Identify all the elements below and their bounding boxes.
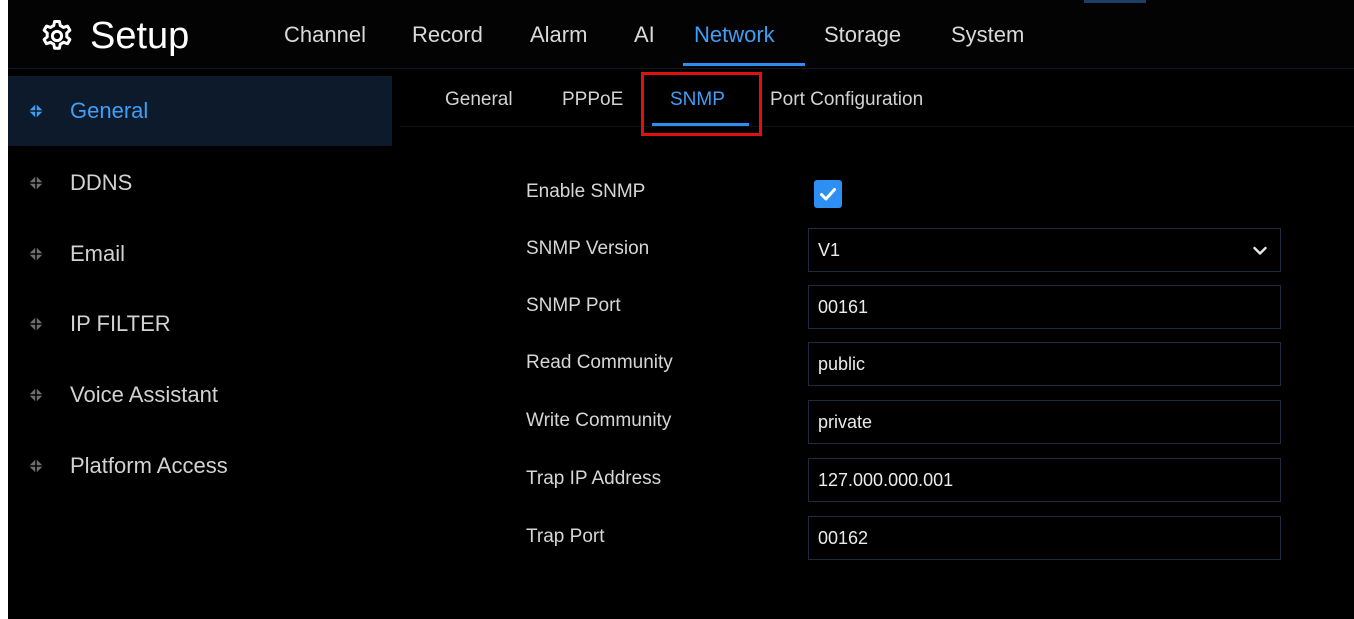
active-tab-underline <box>683 63 805 66</box>
trap-port-label: Trap Port <box>526 526 605 547</box>
subtab-snmp[interactable]: SNMP <box>670 86 725 114</box>
diamond-icon <box>29 317 43 331</box>
sidebar-item-platform-access[interactable]: Platform Access <box>8 431 392 501</box>
snmp-version-select[interactable]: V1 <box>808 228 1281 272</box>
chevron-down-icon <box>1253 246 1267 255</box>
active-subtab-underline <box>652 123 749 126</box>
sidebar-item-voice-assistant[interactable]: Voice Assistant <box>8 360 392 430</box>
enable-snmp-checkbox[interactable] <box>814 180 842 208</box>
diamond-icon <box>29 388 43 402</box>
sidebar-item-ip-filter[interactable]: IP FILTER <box>8 289 392 359</box>
subtab-general[interactable]: General <box>445 86 513 114</box>
snmp-version-value: V1 <box>818 240 841 260</box>
diamond-icon <box>29 176 43 190</box>
sidebar-item-label: IP FILTER <box>70 311 171 336</box>
gear-icon <box>42 20 72 50</box>
read-community-label: Read Community <box>526 352 673 373</box>
sidebar-item-label: Platform Access <box>70 453 228 478</box>
tab-alarm[interactable]: Alarm <box>530 20 587 50</box>
checkmark-icon <box>820 188 836 201</box>
enable-snmp-label: Enable SNMP <box>526 181 646 202</box>
sidebar-item-label: Email <box>70 241 126 266</box>
tab-system[interactable]: System <box>951 20 1024 50</box>
subtab-port-configuration[interactable]: Port Configuration <box>770 86 923 114</box>
diamond-icon <box>29 459 43 473</box>
sidebar-item-general[interactable]: General <box>8 76 392 146</box>
sidebar: General DDNS Email IP FILTER Voice Assis… <box>8 76 392 619</box>
diamond-icon <box>29 104 43 118</box>
subtab-pppoe[interactable]: PPPoE <box>562 86 623 114</box>
top-indicator <box>1084 0 1146 3</box>
snmp-port-input[interactable] <box>808 285 1281 329</box>
sidebar-item-email[interactable]: Email <box>8 219 392 289</box>
trap-ip-address-label: Trap IP Address <box>526 468 662 489</box>
write-community-label: Write Community <box>526 410 672 431</box>
diamond-icon <box>29 247 43 261</box>
snmp-port-label: SNMP Port <box>526 295 621 316</box>
tab-channel[interactable]: Channel <box>284 20 366 50</box>
tab-storage[interactable]: Storage <box>824 20 901 50</box>
sidebar-item-ddns[interactable]: DDNS <box>8 148 392 218</box>
sub-tab-bar: General PPPoE SNMP Port Configuration <box>400 76 1354 127</box>
sidebar-item-label: General <box>70 98 149 123</box>
sidebar-item-label: Voice Assistant <box>70 382 218 407</box>
setup-header: Setup <box>40 16 189 56</box>
setup-window: Setup Channel Record Alarm AI Network St… <box>8 0 1354 619</box>
top-nav-bar: Setup Channel Record Alarm AI Network St… <box>8 0 1354 69</box>
tab-record[interactable]: Record <box>412 20 483 50</box>
trap-ip-address-input[interactable] <box>808 458 1281 502</box>
tab-network[interactable]: Network <box>694 20 775 50</box>
tab-ai[interactable]: AI <box>634 20 655 50</box>
read-community-input[interactable] <box>808 342 1281 386</box>
write-community-input[interactable] <box>808 400 1281 444</box>
trap-port-input[interactable] <box>808 516 1281 560</box>
sidebar-item-label: DDNS <box>70 170 133 195</box>
snmp-version-label: SNMP Version <box>526 238 650 259</box>
page-title: Setup <box>90 15 190 57</box>
